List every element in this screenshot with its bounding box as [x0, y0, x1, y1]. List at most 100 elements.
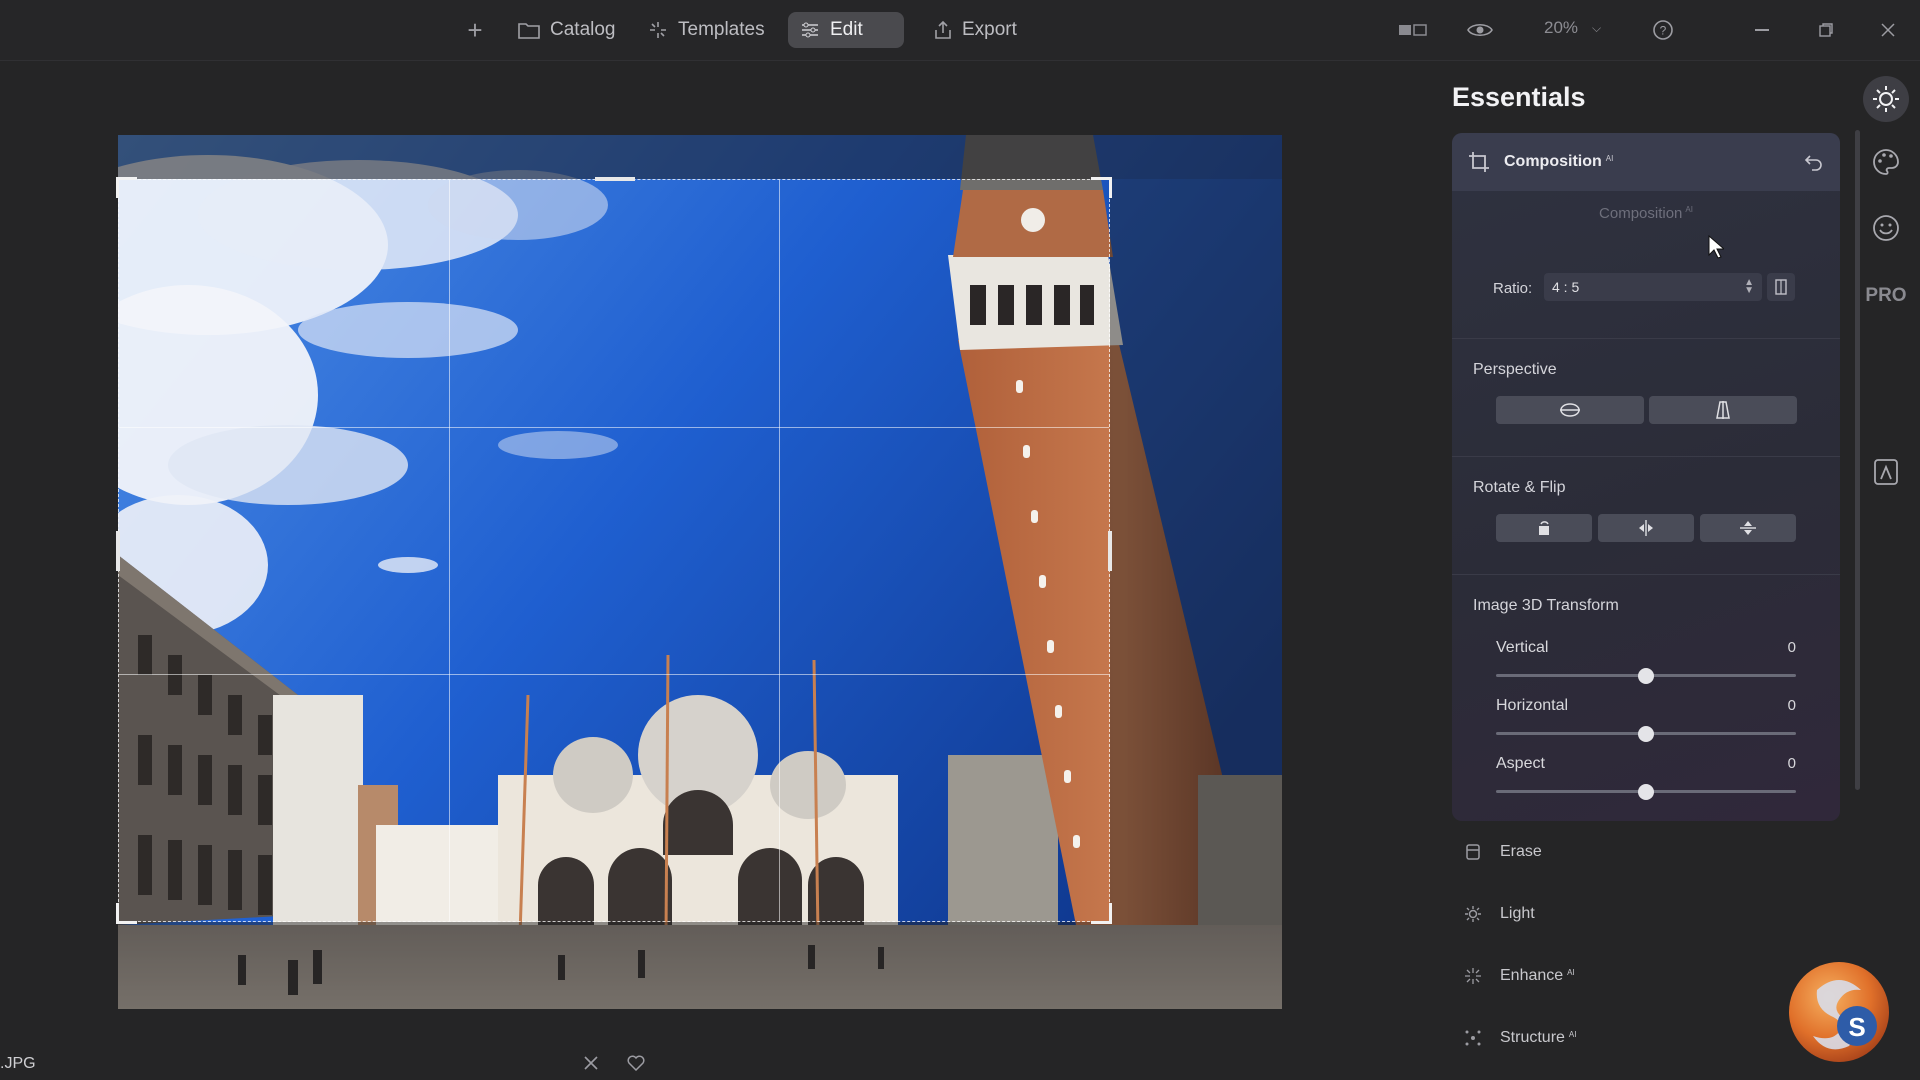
add-button[interactable]: +	[461, 14, 489, 45]
smiley-icon	[1873, 215, 1899, 241]
crop-grid-line	[119, 674, 1109, 675]
tab-label: Templates	[678, 19, 765, 40]
tab-label: Export	[962, 19, 1017, 40]
crop-icon	[1469, 152, 1489, 172]
flip-horizontal-button[interactable]	[1598, 514, 1694, 542]
preview-button[interactable]	[1466, 16, 1494, 44]
crop-handle-bottom-right[interactable]	[1091, 903, 1112, 924]
sparkle-icon	[650, 22, 666, 38]
sidebar-portrait[interactable]	[1866, 208, 1906, 248]
tool-structure[interactable]: Structure AI	[1464, 1029, 1576, 1047]
chevron-down-icon: ⌵	[1592, 20, 1602, 35]
export-icon	[935, 20, 951, 39]
perspective-vertical-button[interactable]	[1649, 396, 1797, 424]
crop-handle-top[interactable]	[595, 177, 635, 181]
local-mask-icon	[1874, 459, 1898, 485]
ratio-orientation-button[interactable]	[1767, 273, 1795, 301]
slider-value-aspect: 0	[1787, 755, 1796, 772]
perspective-horizontal-button[interactable]	[1496, 396, 1644, 424]
aspect-slider[interactable]	[1496, 784, 1796, 800]
composition-ai-button[interactable]: Composition AI	[1452, 205, 1840, 222]
minimize-icon	[1755, 29, 1769, 31]
close-icon	[584, 1056, 598, 1070]
flip-vertical-button[interactable]	[1700, 514, 1796, 542]
perspective-title: Perspective	[1473, 361, 1557, 378]
tab-export[interactable]: Export	[922, 12, 1029, 48]
minimize-button[interactable]	[1748, 16, 1776, 44]
watermark-logo: S	[1787, 960, 1891, 1064]
tab-label: Catalog	[550, 19, 616, 40]
crop-grid-line	[779, 180, 780, 921]
mouse-cursor-icon	[1708, 235, 1724, 259]
crop-mask-bottom	[118, 922, 1282, 1009]
sun-icon	[1873, 86, 1899, 112]
ratio-value: 4 : 5	[1552, 279, 1580, 295]
sidebar-pro[interactable]: PRO	[1865, 276, 1906, 316]
vertical-slider[interactable]	[1496, 668, 1796, 684]
tool-erase[interactable]: Erase	[1464, 843, 1542, 861]
transform-3d-title: Image 3D Transform	[1473, 597, 1619, 614]
sidebar-essentials[interactable]	[1863, 76, 1909, 122]
tool-label: Erase	[1500, 843, 1542, 860]
horizontal-slider-thumb[interactable]	[1638, 726, 1654, 742]
composition-header[interactable]: Composition AI	[1452, 133, 1840, 191]
crop-frame[interactable]	[116, 177, 1112, 924]
crop-handle-top-left[interactable]	[116, 177, 137, 198]
panel-scrollbar[interactable]	[1855, 130, 1860, 790]
crop-handle-bottom-left[interactable]	[116, 903, 137, 924]
crop-handle-left[interactable]	[116, 531, 120, 571]
zoom-value: 20%	[1544, 18, 1579, 37]
favorite-button[interactable]	[623, 1050, 649, 1076]
restore-icon	[1819, 23, 1833, 37]
enhance-icon	[1465, 968, 1481, 984]
perspective-horizontal-icon	[1560, 403, 1580, 417]
tool-label: Enhance	[1500, 967, 1564, 984]
rotate-button[interactable]	[1496, 514, 1592, 542]
tab-catalog[interactable]: Catalog	[506, 12, 628, 48]
flip-vertical-icon	[1740, 521, 1756, 535]
zoom-select[interactable]: 20% ⌵	[1544, 18, 1601, 38]
crop-handle-right[interactable]	[1108, 531, 1112, 571]
composition-panel: Composition AI Composition AI Ratio: 4 : …	[1452, 133, 1840, 821]
rotate-flip-section: Rotate & Flip	[1452, 456, 1840, 575]
plus-icon: +	[467, 14, 483, 45]
slider-label-aspect: Aspect	[1496, 755, 1545, 772]
slider-value-horizontal: 0	[1787, 697, 1796, 714]
folder-icon	[518, 23, 540, 39]
vertical-slider-thumb[interactable]	[1638, 668, 1654, 684]
help-button[interactable]: ?	[1649, 16, 1677, 44]
reset-icon[interactable]	[1804, 152, 1824, 172]
tab-templates[interactable]: Templates	[636, 12, 777, 48]
logo-icon: S	[1789, 962, 1889, 1062]
rotate-icon	[1539, 521, 1549, 535]
reject-button[interactable]	[578, 1050, 604, 1076]
tool-light[interactable]: Light	[1464, 905, 1535, 923]
eraser-icon	[1466, 844, 1480, 860]
crop-grid-line	[119, 427, 1109, 428]
tool-label: Light	[1500, 905, 1535, 922]
composition-header-label: Composition	[1504, 153, 1602, 170]
compare-button[interactable]	[1397, 16, 1429, 44]
maximize-button[interactable]	[1812, 16, 1840, 44]
eye-icon	[1467, 23, 1493, 37]
aspect-slider-thumb[interactable]	[1638, 784, 1654, 800]
close-window-button[interactable]	[1874, 16, 1902, 44]
ai-badge: AI	[1605, 153, 1614, 163]
heart-icon	[627, 1055, 645, 1071]
ai-badge: AI	[1567, 967, 1575, 977]
crop-handle-top-right[interactable]	[1091, 177, 1112, 198]
help-icon: ?	[1653, 20, 1673, 40]
horizontal-slider[interactable]	[1496, 726, 1796, 742]
sidebar-local-adjustments[interactable]	[1866, 452, 1906, 492]
slider-label-vertical: Vertical	[1496, 639, 1549, 656]
rotate-flip-title: Rotate & Flip	[1473, 479, 1566, 496]
svg-text:S: S	[1848, 1012, 1865, 1042]
flip-horizontal-icon	[1639, 520, 1653, 536]
close-icon	[1881, 23, 1895, 37]
slider-value-vertical: 0	[1787, 639, 1796, 656]
ai-badge: AI	[1568, 1029, 1577, 1039]
sidebar-creative[interactable]	[1866, 142, 1906, 182]
tab-edit[interactable]: Edit	[788, 12, 904, 48]
tool-enhance[interactable]: Enhance AI	[1464, 967, 1575, 985]
ratio-select[interactable]: 4 : 5 ▲ ▼	[1544, 273, 1762, 301]
